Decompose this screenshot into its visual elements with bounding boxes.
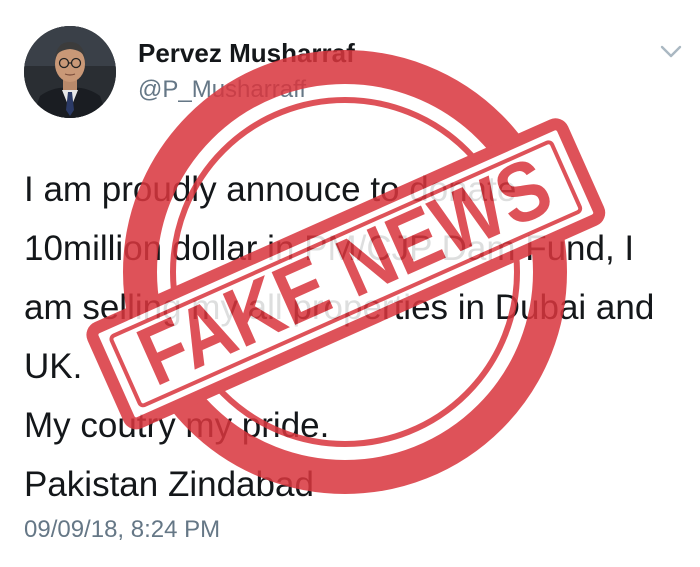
tweet-text: I am proudly annouce to donate 10million… [24,160,674,514]
tweet-timestamp[interactable]: 09/09/18, 8:24 PM [24,516,220,544]
tweet-text-line: I am proudly annouce to donate [24,170,517,209]
profile-avatar[interactable] [24,26,116,118]
tweet-text-line: Pakistan Zindabad [24,465,314,504]
tweet-text-line: UK. [24,347,83,386]
user-handle[interactable]: @P_Musharraff [138,76,306,104]
chevron-down-icon[interactable] [656,40,686,62]
tweet-text-line: am selling my all properties in Dubai an… [24,288,655,327]
avatar-image [24,26,116,118]
display-name[interactable]: Pervez Musharraf [138,38,355,69]
tweet-card: Pervez Musharraf @P_Musharraff I am prou… [0,0,700,567]
tweet-text-line: 10million dollar in PM/CJP Dam Fund, I [24,229,635,268]
tweet-text-line: My coutry my pride. [24,406,330,445]
